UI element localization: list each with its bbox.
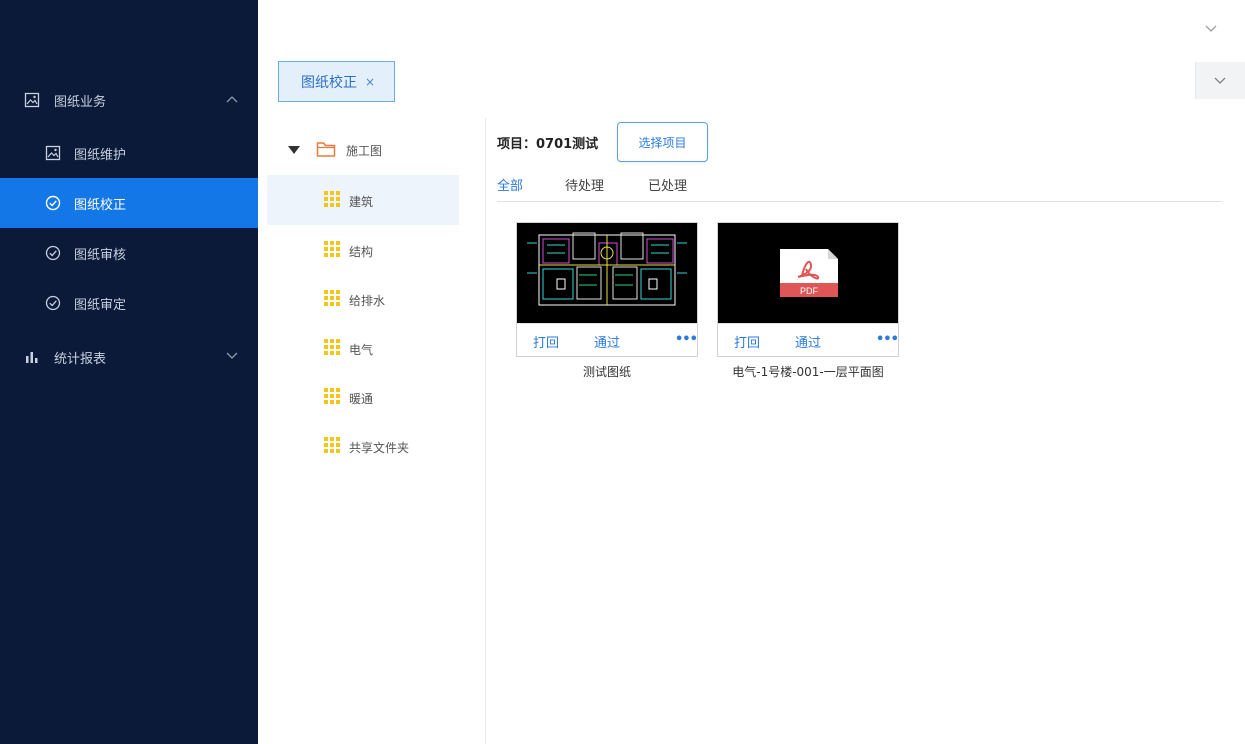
card-actions: 打回 通过 ••• [718, 323, 899, 356]
cad-drawing-image [517, 223, 697, 323]
grid-icon [324, 191, 340, 207]
sidebar-group-label: 统计报表 [54, 351, 107, 367]
more-icon[interactable]: ••• [675, 332, 698, 347]
sidebar-item-drawing-review[interactable]: 图纸审核 [0, 228, 258, 278]
approve-button[interactable]: 通过 [795, 332, 821, 351]
card-actions: 打回 通过 ••• [517, 323, 698, 356]
sidebar-item-label: 图纸校正 [74, 197, 127, 213]
tree-item-label: 共享文件夹 [349, 441, 410, 455]
reject-button[interactable]: 打回 [533, 332, 559, 351]
tree-divider [485, 118, 486, 744]
chevron-down-icon [1214, 77, 1226, 84]
tree-item-label: 暖通 [349, 392, 374, 406]
image-icon [24, 92, 40, 108]
filter-tab-pending[interactable]: 待处理 [565, 175, 604, 194]
sidebar-item-drawing-correction[interactable]: 图纸校正 [0, 178, 258, 228]
select-project-button[interactable]: 选择项目 [617, 122, 708, 162]
sidebar-item-label: 图纸维护 [74, 147, 127, 163]
sidebar-group-statistics[interactable]: 统计报表 [0, 332, 258, 382]
check-circle-icon [45, 295, 61, 311]
tab-label: 图纸校正 [301, 74, 357, 91]
pdf-label: PDF [800, 286, 819, 296]
cad-drawing-thumbnail[interactable] [517, 223, 697, 323]
image-icon [45, 145, 61, 161]
sidebar-item-label: 图纸审核 [74, 247, 127, 263]
tree-item-plumbing[interactable]: 给排水 [267, 274, 459, 324]
grid-icon [324, 388, 340, 404]
grid-icon [324, 437, 340, 453]
more-icon[interactable]: ••• [876, 332, 899, 347]
drawing-card[interactable]: PDF 打回 通过 ••• [717, 222, 899, 357]
approve-button[interactable]: 通过 [594, 332, 620, 351]
sidebar-item-drawing-approval[interactable]: 图纸审定 [0, 278, 258, 328]
filter-divider [497, 201, 1222, 202]
card-title: 电气-1号楼-001-一层平面图 [732, 365, 884, 379]
reject-button[interactable]: 打回 [734, 332, 760, 351]
tab-drawing-correction[interactable]: 图纸校正 × [278, 61, 395, 102]
close-icon[interactable]: × [365, 75, 375, 89]
tree-item-structure[interactable]: 结构 [267, 225, 459, 275]
pdf-icon: PDF [718, 223, 898, 323]
tree-item-label: 建筑 [349, 195, 374, 209]
chevron-up-icon [226, 96, 238, 103]
tree-item-label: 结构 [349, 245, 374, 259]
filter-tab-all[interactable]: 全部 [497, 175, 523, 194]
chevron-down-icon[interactable] [1204, 24, 1218, 34]
sidebar-group-label: 图纸业务 [54, 94, 107, 110]
card-title: 测试图纸 [582, 365, 631, 379]
filter-tab-processed[interactable]: 已处理 [648, 175, 687, 194]
tree-item-label: 电气 [349, 343, 374, 357]
tree-item-architecture[interactable]: 建筑 [267, 175, 459, 225]
check-circle-icon [45, 245, 61, 261]
chevron-down-icon [226, 352, 238, 359]
folder-icon [316, 142, 336, 157]
tree-item-hvac[interactable]: 暖通 [267, 372, 459, 422]
sidebar-item-label: 图纸审定 [74, 297, 127, 313]
tree-item-electrical[interactable]: 电气 [267, 323, 459, 373]
tabs-dropdown-button[interactable] [1195, 62, 1245, 99]
tree-root-label: 施工图 [346, 144, 383, 158]
tree-item-label: 给排水 [349, 294, 386, 308]
bar-chart-icon [26, 352, 38, 363]
grid-icon [324, 339, 340, 355]
check-circle-icon [45, 195, 61, 211]
caret-down-icon[interactable] [288, 146, 300, 154]
project-label: 项目：0701测试 [497, 137, 599, 152]
grid-icon [324, 241, 340, 257]
sidebar: 图纸业务 图纸维护 图纸校正 图纸审核 图纸审定 统计报表 [0, 0, 258, 744]
sidebar-item-drawing-maintenance[interactable]: 图纸维护 [0, 128, 258, 178]
drawing-card[interactable]: 打回 通过 ••• [516, 222, 698, 357]
tree-item-shared-folder[interactable]: 共享文件夹 [267, 421, 459, 471]
grid-icon [324, 290, 340, 306]
pdf-thumbnail[interactable]: PDF [718, 223, 898, 323]
sidebar-group-drawing-business[interactable]: 图纸业务 [0, 75, 258, 125]
